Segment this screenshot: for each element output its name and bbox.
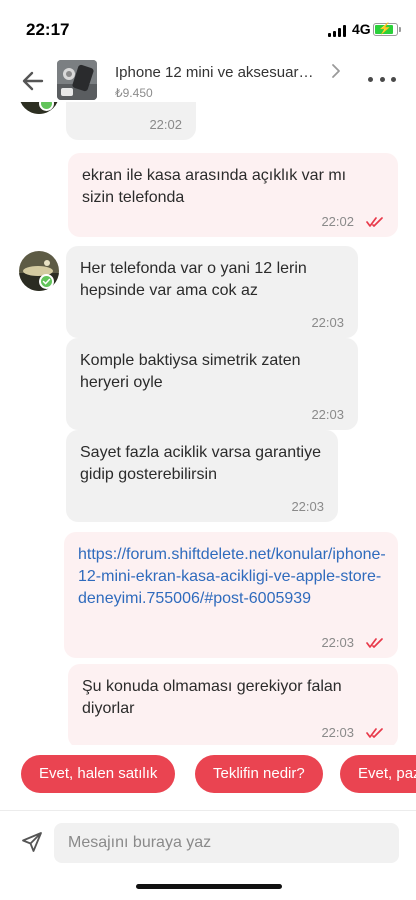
- quick-reply-chip[interactable]: Evet, pazarlık payı var: [340, 755, 416, 793]
- message-input[interactable]: [54, 823, 399, 863]
- network-label: 4G: [352, 21, 371, 37]
- message-bubble-outgoing[interactable]: Şu konuda olmaması gerekiyor falan diyor…: [68, 664, 398, 745]
- online-badge: [39, 102, 54, 111]
- send-icon[interactable]: [20, 830, 44, 854]
- message-bubble-incoming[interactable]: 22:02: [66, 102, 196, 140]
- more-dots-icon[interactable]: [368, 68, 396, 90]
- quick-replies[interactable]: Evet, halen satılık Teklifin nedir? Evet…: [0, 755, 416, 797]
- message-time: 22:03: [311, 407, 344, 422]
- message-list[interactable]: 22:02 ekran ile kasa arasında açıklık va…: [0, 102, 416, 745]
- message-text: ekran ile kasa arasında açıklık var mı s…: [82, 167, 347, 206]
- status-time: 22:17: [26, 20, 70, 39]
- quick-reply-chip[interactable]: Teklifin nedir?: [195, 755, 323, 793]
- message-text: Komple baktiysa simetrik zaten heryeri o…: [80, 352, 301, 391]
- message-text: Sayet fazla aciklik varsa garantiye gidi…: [80, 444, 321, 483]
- composer-divider: [0, 810, 416, 811]
- listing-thumbnail[interactable]: [57, 60, 97, 100]
- read-receipt-icon: [366, 217, 383, 227]
- message-bubble-outgoing[interactable]: ekran ile kasa arasında açıklık var mı s…: [68, 153, 398, 237]
- charging-icon: ⚡: [378, 23, 392, 35]
- message-bubble-incoming[interactable]: Her telefonda var o yani 12 lerin hepsin…: [66, 246, 358, 338]
- online-badge: [39, 274, 54, 289]
- arrow-left-icon[interactable]: [20, 68, 46, 94]
- message-time: 22:03: [321, 635, 354, 650]
- quick-reply-chip[interactable]: Evet, halen satılık: [21, 755, 176, 793]
- message-bubble-incoming[interactable]: Sayet fazla aciklik varsa garantiye gidi…: [66, 430, 338, 522]
- listing-title[interactable]: Iphone 12 mini ve aksesuar…: [115, 64, 320, 81]
- chevron-right-icon[interactable]: [330, 62, 342, 80]
- message-time: 22:03: [291, 499, 324, 514]
- message-time: 22:03: [311, 315, 344, 330]
- chat-screen: 22:17 4G ⚡ Iphone 12 mini ve aksesuar… ₺…: [0, 0, 416, 900]
- message-time: 22:03: [321, 725, 354, 740]
- message-bubble-outgoing[interactable]: https://forum.shiftdelete.net/konular/ip…: [64, 532, 398, 658]
- read-receipt-icon: [366, 728, 383, 738]
- message-text: Her telefonda var o yani 12 lerin hepsin…: [80, 260, 307, 299]
- message-text: Şu konuda olmaması gerekiyor falan diyor…: [82, 678, 342, 717]
- read-receipt-icon: [366, 638, 383, 648]
- status-bar: 22:17 4G ⚡: [0, 0, 416, 58]
- home-indicator[interactable]: [136, 884, 282, 889]
- signal-icon: [328, 25, 346, 37]
- listing-price: ₺9.450: [115, 86, 153, 100]
- chat-header: Iphone 12 mini ve aksesuar… ₺9.450: [0, 58, 416, 102]
- message-link[interactable]: https://forum.shiftdelete.net/konular/ip…: [78, 544, 388, 610]
- message-time: 22:02: [149, 117, 182, 132]
- message-time: 22:02: [321, 214, 354, 229]
- message-bubble-incoming[interactable]: Komple baktiysa simetrik zaten heryeri o…: [66, 338, 358, 430]
